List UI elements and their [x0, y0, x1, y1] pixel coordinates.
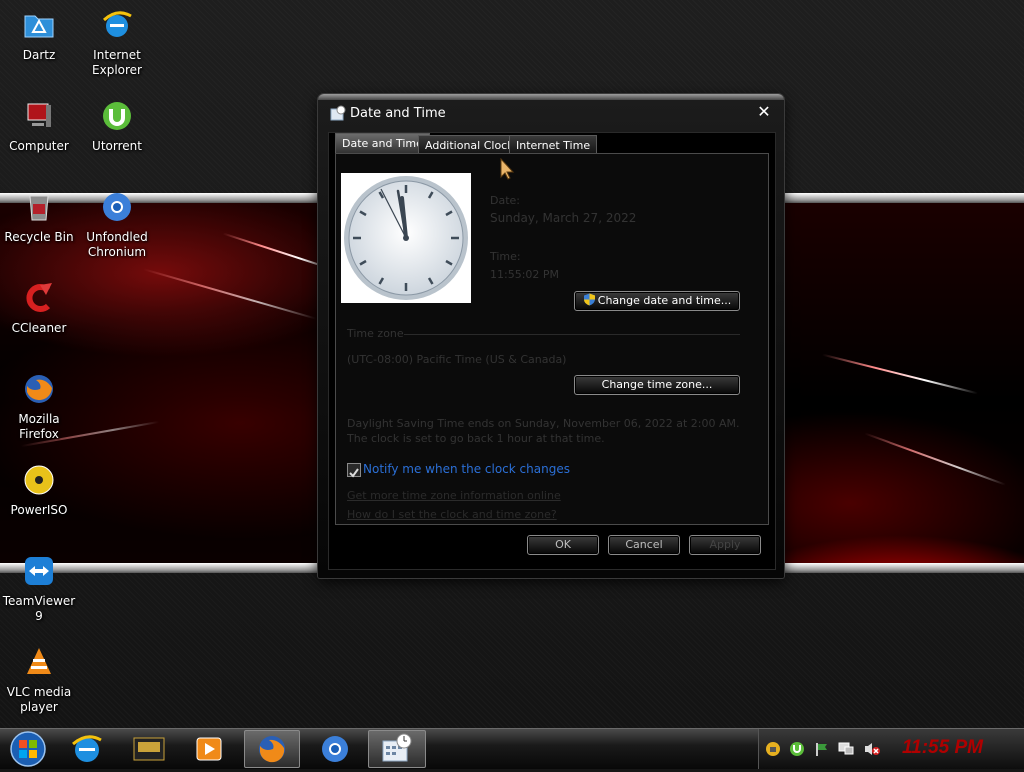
taskbar-date-time[interactable]: [368, 730, 426, 768]
dialog-title: Date and Time: [350, 106, 446, 121]
desktop-icon-firefox[interactable]: Mozilla Firefox: [0, 368, 78, 442]
taskbar-game-app[interactable]: [122, 730, 176, 768]
network-icon[interactable]: [765, 741, 781, 757]
dst-notice: Daylight Saving Time ends on Sunday, Nov…: [347, 417, 740, 445]
tab-internet-time[interactable]: Internet Time: [509, 135, 598, 155]
date-time-app-icon: [330, 105, 346, 121]
desktop-icon-vlc[interactable]: VLC media player: [0, 641, 78, 715]
vlc-icon: [27, 648, 51, 674]
taskbar: 11:55 PM: [0, 728, 1024, 769]
desktop-icon-ccleaner[interactable]: CCleaner: [0, 277, 78, 336]
date-value: Sunday, March 27, 2022: [490, 211, 637, 225]
date-label: Date:: [490, 194, 520, 207]
desktop-icon-label: Computer: [9, 139, 69, 153]
display-icon[interactable]: [837, 741, 855, 757]
change-date-time-button[interactable]: Change date and time...: [574, 291, 740, 311]
desktop-icon-utorrent[interactable]: Utorrent: [78, 95, 156, 154]
internet-explorer-icon: [72, 735, 102, 762]
desktop-icon-label: VLC media player: [6, 685, 72, 714]
cancel-button[interactable]: Cancel: [608, 535, 680, 555]
desktop-icon-internet-explorer[interactable]: Internet Explorer: [78, 4, 156, 78]
change-date-time-label: Change date and time...: [597, 294, 732, 307]
desktop-icon-computer[interactable]: Computer: [0, 95, 78, 154]
teamviewer-icon: [25, 557, 53, 585]
desktop-icon-label: Utorrent: [92, 139, 142, 153]
checkmark-icon: [349, 468, 359, 478]
uac-shield-icon: [583, 293, 595, 306]
notify-checkbox[interactable]: [347, 463, 361, 478]
utorrent-icon[interactable]: [789, 741, 805, 757]
windows-start-orb-icon: [10, 731, 46, 767]
start-button[interactable]: [2, 730, 54, 768]
internet-explorer-icon: [102, 11, 132, 37]
volume-muted-icon[interactable]: [863, 741, 881, 757]
tab-panel-date-and-time: Date: Sunday, March 27, 2022 Time: 11:55…: [335, 153, 769, 525]
taskbar-firefox[interactable]: [244, 730, 300, 768]
utorrent-icon: [103, 102, 131, 130]
flag-icon[interactable]: [813, 741, 829, 757]
timezone-value: (UTC-08:00) Pacific Time (US & Canada): [347, 353, 567, 366]
desktop-icon-label: Internet Explorer: [92, 48, 142, 77]
desktop-icon-label: TeamViewer 9: [2, 594, 76, 623]
taskbar-media-player[interactable]: [182, 730, 236, 768]
firefox-icon: [259, 736, 285, 763]
desktop-icon-poweriso[interactable]: PowerISO: [0, 459, 78, 518]
system-tray: [758, 729, 1024, 769]
time-value: 11:55:02 PM: [490, 268, 560, 281]
notify-checkbox-label[interactable]: Notify me when the clock changes: [363, 462, 570, 476]
game-app-icon: [133, 737, 165, 761]
analog-clock-face: [344, 176, 468, 300]
desktop-icon-label: Unfondled Chronium: [86, 230, 148, 259]
link-how-to-set-clock[interactable]: How do I set the clock and time zone?: [347, 508, 557, 521]
chromium-icon: [103, 193, 131, 221]
tab-date-and-time[interactable]: Date and Time: [335, 133, 430, 155]
dialog-client-area: Date and Time Additional Clocks Internet…: [328, 132, 776, 570]
ok-button[interactable]: OK: [527, 535, 599, 555]
desktop-icon-dartz[interactable]: Dartz: [0, 4, 78, 63]
desktop-icon-label: Dartz: [22, 48, 56, 62]
desktop-icon-label: CCleaner: [11, 321, 67, 335]
recycle-bin-icon: [29, 195, 49, 221]
timezone-header: Time zone: [347, 327, 404, 340]
firefox-icon: [25, 375, 53, 403]
desktop-icon-recycle-bin[interactable]: Recycle Bin: [0, 186, 78, 245]
close-button[interactable]: ✕: [754, 103, 774, 121]
computer-icon: [27, 103, 51, 127]
change-timezone-button[interactable]: Change time zone...: [574, 375, 740, 395]
desktop-icon-label: Mozilla Firefox: [18, 412, 60, 441]
analog-clock: [341, 173, 471, 303]
mouse-cursor-icon: [500, 158, 515, 180]
apply-button[interactable]: Apply: [689, 535, 761, 555]
desktop-icon-teamviewer[interactable]: TeamViewer 9: [0, 550, 78, 624]
timezone-divider: [404, 334, 740, 335]
media-player-icon: [196, 737, 222, 761]
poweriso-icon: [24, 465, 54, 495]
date-time-app-icon: [382, 733, 412, 762]
dartz-folder-icon: [24, 15, 54, 38]
time-label: Time:: [490, 250, 521, 263]
dialog-top-edge: [318, 94, 784, 100]
date-time-dialog: Date and Time ✕ Date and Time Additional…: [318, 94, 784, 578]
chromium-icon: [322, 736, 348, 762]
taskbar-internet-explorer[interactable]: [60, 730, 114, 768]
taskbar-chromium[interactable]: [308, 730, 362, 768]
desktop-icon-label: PowerISO: [10, 503, 68, 517]
taskbar-clock[interactable]: 11:55 PM: [902, 737, 983, 759]
desktop-icon-label: Recycle Bin: [4, 230, 74, 244]
ccleaner-icon: [26, 283, 52, 312]
desktop-icon-chromium[interactable]: Unfondled Chronium: [78, 186, 156, 260]
link-more-timezone-info[interactable]: Get more time zone information online: [347, 489, 561, 502]
